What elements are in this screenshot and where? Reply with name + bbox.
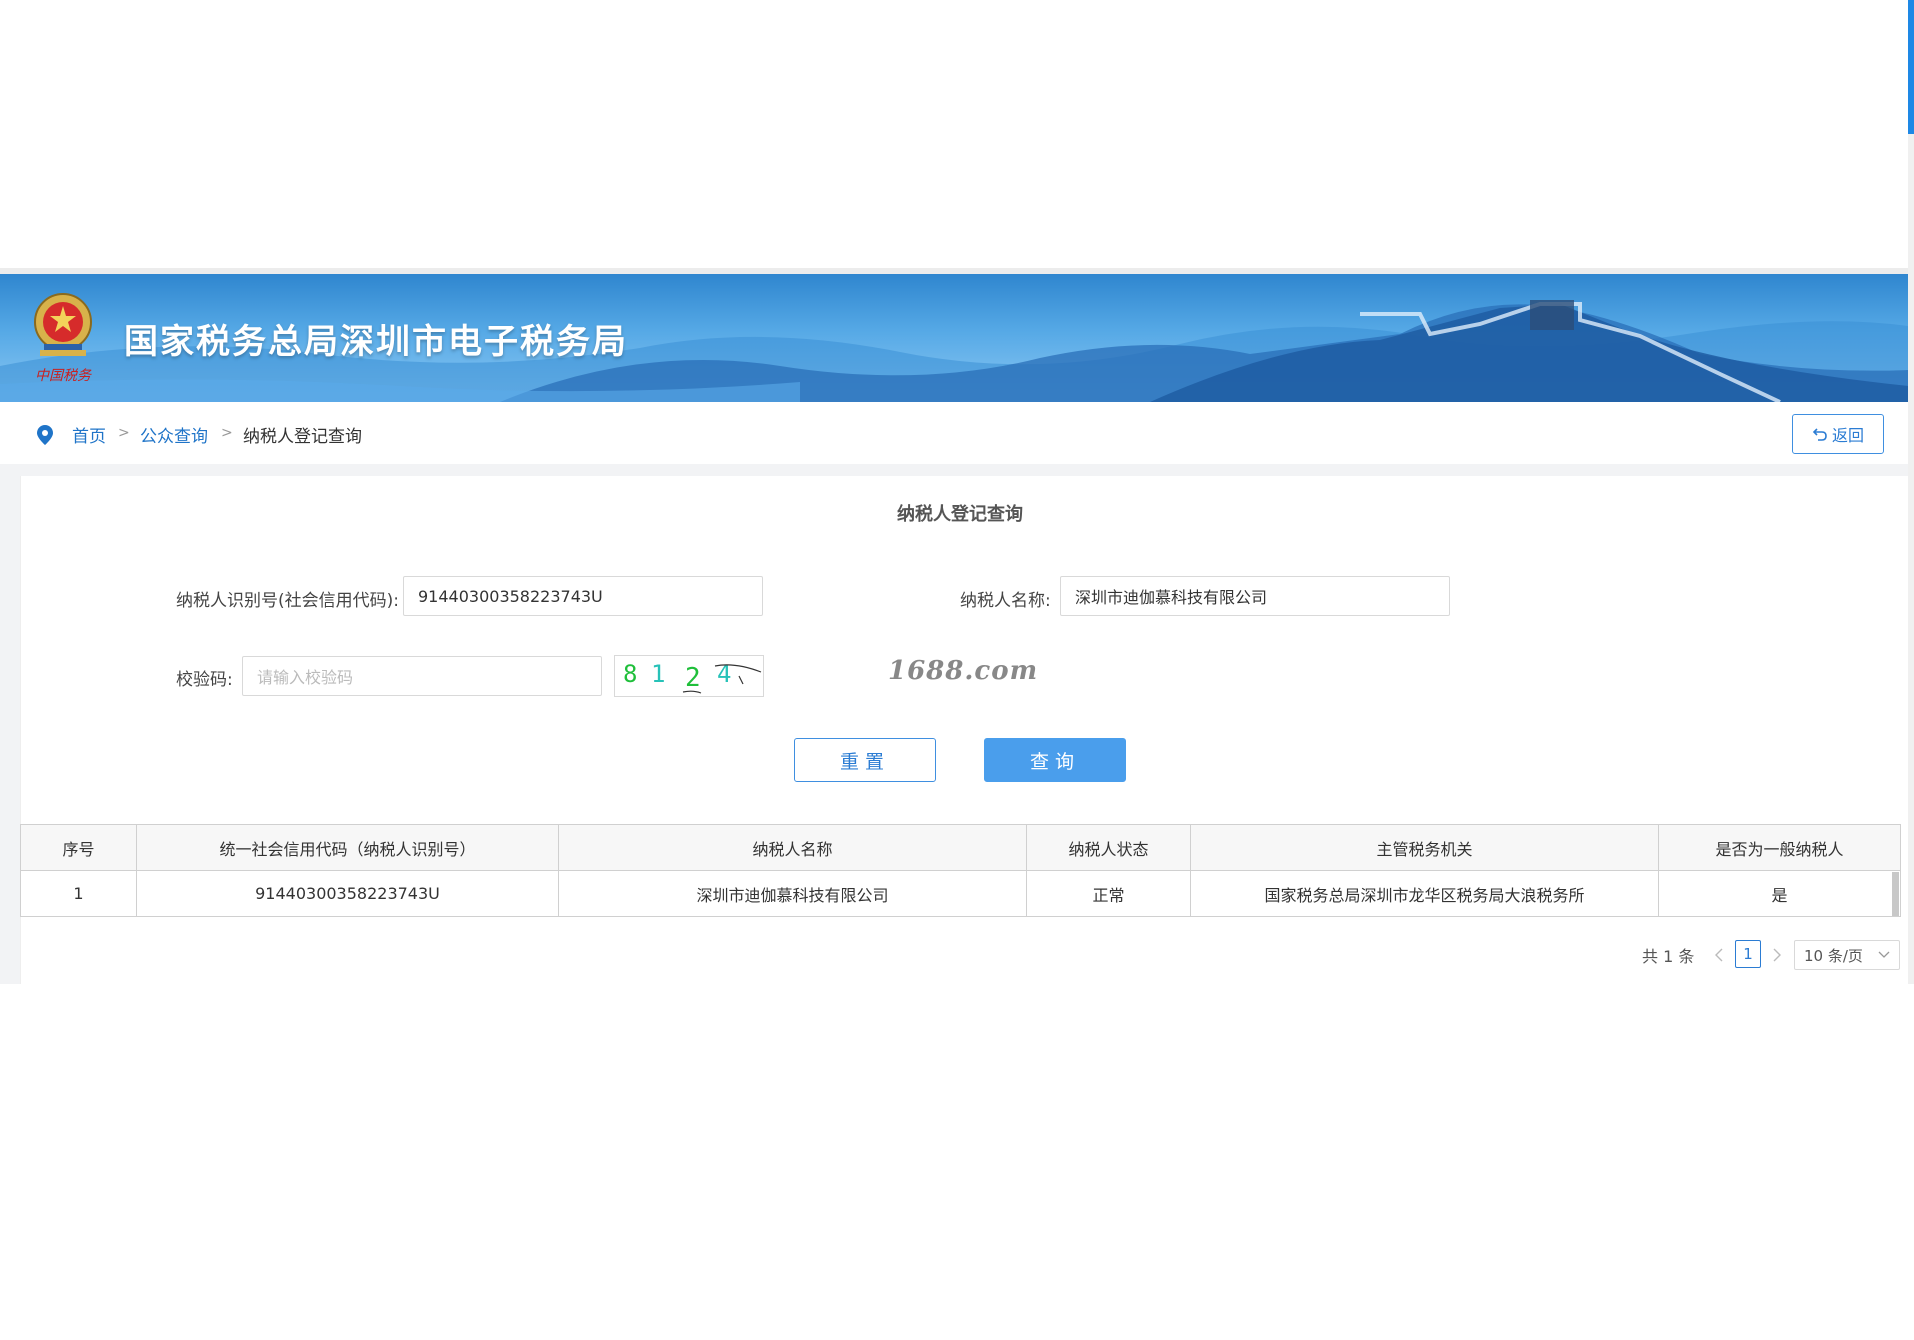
chevron-right-icon [1773,948,1781,962]
breadcrumb: 首页 > 公众查询 > 纳税人登记查询 返回 [0,402,1908,464]
column-header-credit-code: 统一社会信用代码（纳税人识别号） [136,824,559,871]
table-scrollbar[interactable] [1892,872,1899,916]
page-size-value: 10 条/页 [1804,946,1863,965]
svg-text:中国税务: 中国税务 [35,368,92,384]
taxpayer-name-input[interactable]: 深圳市迪伽慕科技有限公司 [1060,576,1450,616]
captcha-image[interactable]: 8 1 2 4 [614,655,764,697]
pagination-next-button[interactable] [1772,940,1782,970]
taxpayer-id-label: 纳税人识别号(社会信用代码): [176,591,399,611]
chevron-down-icon [1878,951,1890,958]
taxpayer-id-input[interactable]: 91440300358223743U [403,576,763,616]
breadcrumb-separator: > [118,425,130,441]
query-button[interactable]: 查询 [984,738,1126,782]
page-size-select[interactable]: 10 条/页 [1794,940,1900,970]
site-title: 国家税务总局深圳市电子税务局 [124,322,628,362]
site-banner: 中国税务 国家税务总局深圳市电子税务局 [0,274,1908,402]
location-pin-icon [37,425,53,445]
cell-general-taxpayer: 是 [1658,870,1901,917]
cell-tax-authority: 国家税务总局深圳市龙华区税务局大浪税务所 [1190,870,1659,917]
pagination-page-1[interactable]: 1 [1735,940,1761,968]
column-header-tax-authority: 主管税务机关 [1190,824,1659,871]
taxpayer-name-label: 纳税人名称: [960,591,1051,611]
return-arrow-icon [1812,428,1827,441]
cell-taxpayer-name: 深圳市迪伽慕科技有限公司 [558,870,1027,917]
svg-text:8: 8 [623,660,637,688]
section-gap [0,464,1908,476]
back-button[interactable]: 返回 [1792,414,1884,454]
panel-gutter [0,476,20,984]
cell-index: 1 [20,870,137,917]
top-blank-area [0,0,1908,268]
column-header-taxpayer-status: 纳税人状态 [1026,824,1191,871]
page-scrollbar-track[interactable] [1908,134,1914,984]
table-header-row: 序号 统一社会信用代码（纳税人识别号） 纳税人名称 纳税人状态 主管税务机关 是… [20,824,1901,871]
column-header-taxpayer-name: 纳税人名称 [558,824,1027,871]
cell-credit-code: 91440300358223743U [136,870,559,917]
cell-taxpayer-status: 正常 [1026,870,1191,917]
captcha-input[interactable]: 请输入校验码 [242,656,602,696]
svg-text:4: 4 [717,660,731,688]
svg-text:1: 1 [651,660,665,688]
watermark-text: 1688.com [888,656,1039,686]
breadcrumb-current-page: 纳税人登记查询 [243,427,362,447]
page-scrollbar-thumb[interactable] [1908,0,1914,134]
pagination-prev-button[interactable] [1714,940,1724,970]
column-header-index: 序号 [20,824,137,871]
breadcrumb-home-link[interactable]: 首页 [72,422,106,447]
captcha-digits-image: 8 1 2 4 [623,660,762,694]
back-button-label: 返回 [1831,426,1864,445]
table-row[interactable]: 1 91440300358223743U 深圳市迪伽慕科技有限公司 正常 国家税… [20,870,1901,917]
column-header-general-taxpayer: 是否为一般纳税人 [1658,824,1901,871]
chevron-left-icon [1715,948,1723,962]
breadcrumb-public-query-link[interactable]: 公众查询 [140,422,208,447]
pagination-total: 共 1 条 [1642,947,1695,966]
breadcrumb-separator: > [221,425,233,441]
form-title: 纳税人登记查询 [897,504,1023,525]
reset-button[interactable]: 重置 [794,738,936,782]
svg-text:2: 2 [685,663,701,693]
results-table: 序号 统一社会信用代码（纳税人识别号） 纳税人名称 纳税人状态 主管税务机关 是… [20,824,1901,917]
tax-emblem-icon: 中国税务 [34,293,92,384]
captcha-label: 校验码: [176,670,233,690]
